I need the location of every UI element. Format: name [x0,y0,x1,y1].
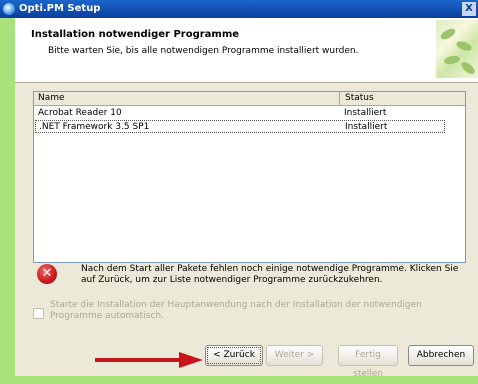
list-item-name: .NET Framework 3.5 SP1 [39,122,150,132]
cancel-button[interactable]: Abbrechen [408,345,474,366]
setup-dialog: Installation notwendiger Programme Bitte… [15,18,478,379]
finish-button[interactable]: Fertig stellen [338,345,398,379]
error-icon: ✕ [37,264,57,284]
header-logo-image [436,20,478,78]
app-icon [3,3,15,15]
page-title: Installation notwendiger Programme [31,29,240,40]
title-bar: Opti.PM Setup X [0,0,478,18]
next-button[interactable]: Weiter > [266,345,323,366]
autostart-checkbox-label: Starte die Installation der Hauptanwendu… [50,300,422,321]
window-title: Opti.PM Setup [19,3,101,14]
dialog-header: Installation notwendiger Programme Bitte… [15,18,478,83]
column-header-status[interactable]: Status [345,93,374,103]
list-header: Name Status [34,92,465,106]
error-message: Nach dem Start aller Pakete fehlen noch … [81,264,459,285]
back-button[interactable]: < Zurück [205,345,263,366]
list-item[interactable]: .NET Framework 3.5 SP1 Installiert [35,120,445,133]
page-subtitle: Bitte warten Sie, bis alle notwendigen P… [48,46,359,56]
column-separator[interactable] [339,92,340,105]
autostart-checkbox[interactable] [33,308,44,319]
list-item-status: Installiert [344,108,387,118]
annotation-arrow-icon [95,352,203,368]
list-item-name: Acrobat Reader 10 [38,108,122,118]
list-item-status: Installiert [345,122,388,132]
list-item[interactable]: Acrobat Reader 10 Installiert [35,107,445,120]
programs-list[interactable]: Name Status Acrobat Reader 10 Installier… [33,91,466,263]
column-header-name[interactable]: Name [38,93,65,103]
close-button[interactable]: X [462,2,476,16]
